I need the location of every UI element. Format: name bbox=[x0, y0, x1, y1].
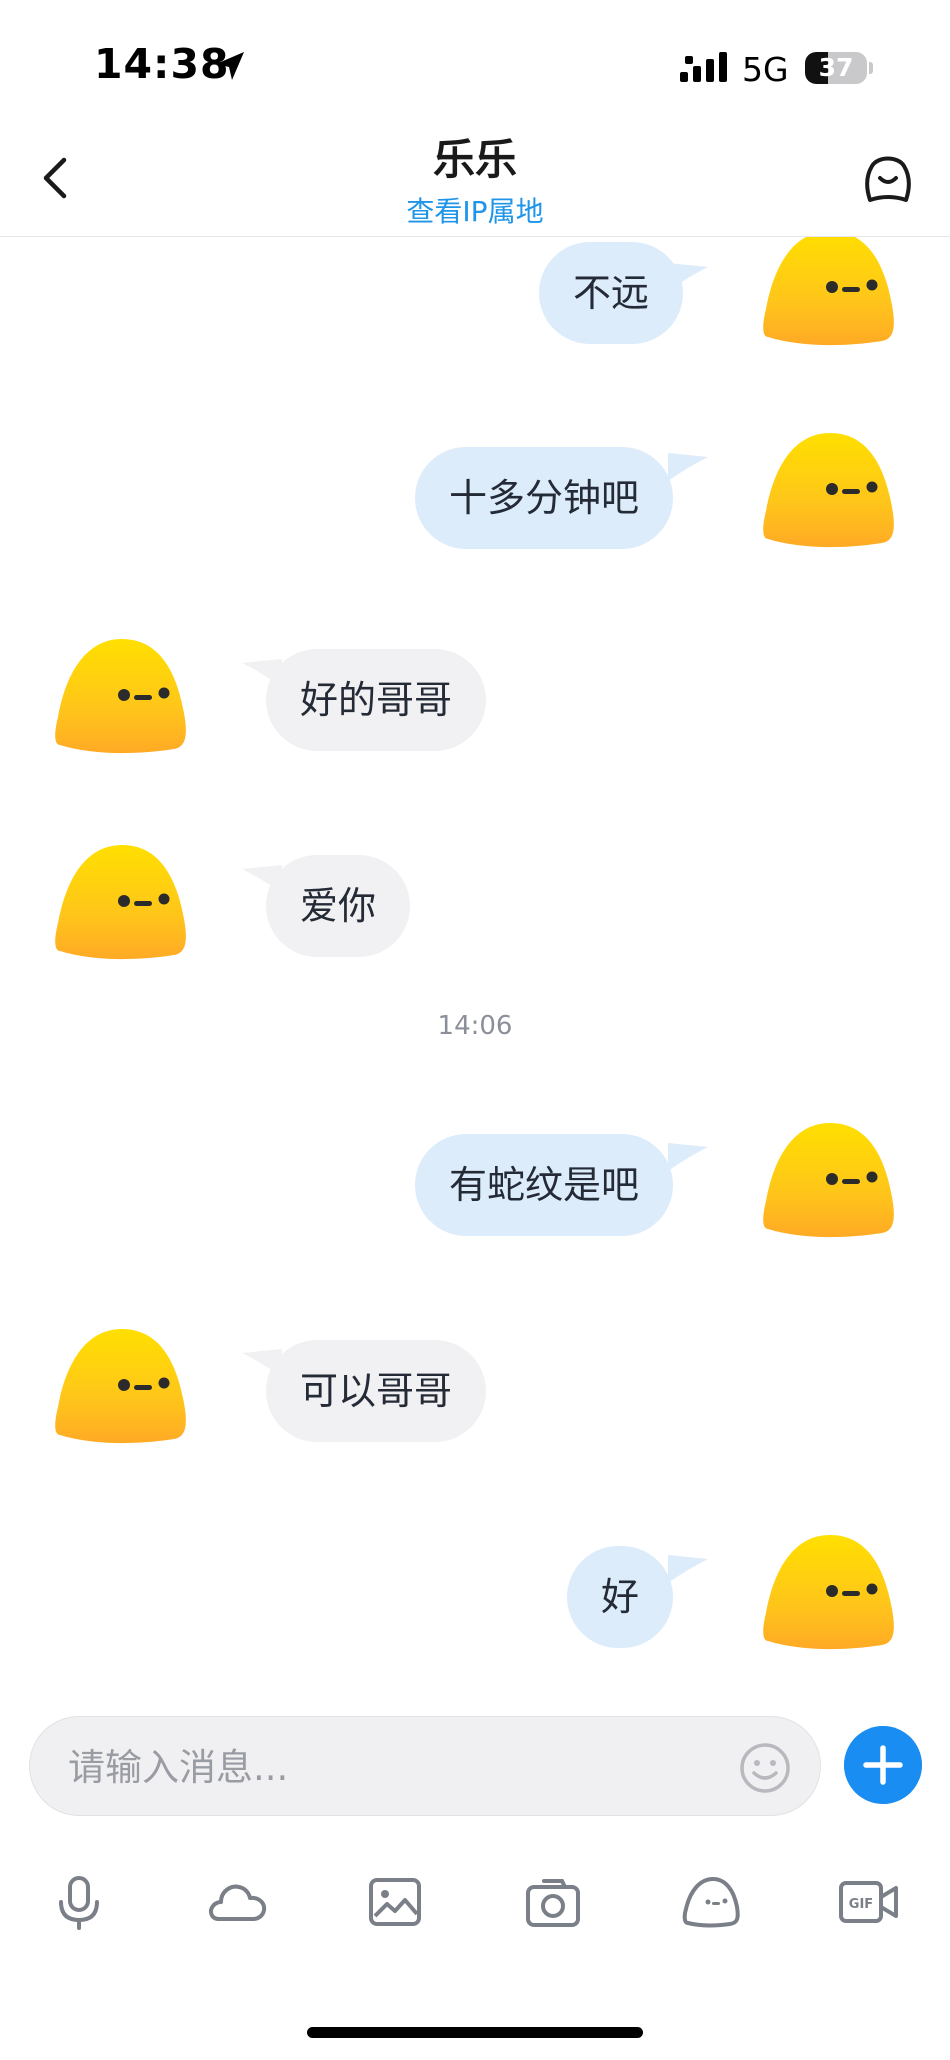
emoji-icon[interactable] bbox=[738, 1741, 792, 1795]
bubble-tail bbox=[668, 453, 708, 481]
input-toolbar: GIF bbox=[0, 1860, 950, 1944]
battery-tip bbox=[869, 62, 873, 74]
status-bar: 14:38 5G 37 bbox=[0, 0, 950, 120]
message-input-box[interactable] bbox=[29, 1716, 821, 1817]
cloud-button[interactable] bbox=[195, 1860, 279, 1944]
my-avatar[interactable] bbox=[760, 1529, 896, 1657]
sticker-icon bbox=[682, 1877, 740, 1928]
message-row: 可以哥哥 bbox=[0, 1323, 950, 1463]
status-time: 14:38 bbox=[94, 40, 230, 88]
my-avatar[interactable] bbox=[760, 427, 896, 555]
image-button[interactable] bbox=[353, 1860, 437, 1944]
signal-icon bbox=[680, 52, 727, 82]
cloud-icon bbox=[209, 1884, 267, 1921]
message-bubble[interactable]: 不远 bbox=[539, 242, 684, 344]
profile-icon[interactable] bbox=[858, 148, 918, 208]
sticker-button[interactable] bbox=[669, 1860, 753, 1944]
my-avatar[interactable] bbox=[760, 237, 896, 353]
message-row: 爱你 bbox=[0, 839, 950, 979]
message-bubble[interactable]: 有蛇纹是吧 bbox=[415, 1134, 674, 1236]
contact-name: 乐乐 bbox=[432, 135, 517, 184]
message-input[interactable] bbox=[66, 1717, 730, 1817]
add-button[interactable] bbox=[844, 1726, 922, 1804]
message-bubble[interactable]: 爱你 bbox=[266, 855, 411, 957]
bubble-tail bbox=[668, 1143, 708, 1171]
message-bubble[interactable]: 可以哥哥 bbox=[266, 1340, 487, 1442]
svg-text:GIF: GIF bbox=[849, 1897, 873, 1912]
message-bubble[interactable]: 好 bbox=[567, 1546, 674, 1648]
message-row: 好 bbox=[0, 1529, 950, 1669]
camera-icon bbox=[526, 1879, 580, 1927]
gif-video-button[interactable]: GIF bbox=[827, 1860, 911, 1944]
network-type: 5G bbox=[742, 50, 789, 89]
battery-level: 37 bbox=[818, 53, 854, 82]
message-timestamp: 14:06 bbox=[437, 1011, 513, 1041]
message-row: 好的哥哥 bbox=[0, 633, 950, 773]
battery-icon: 37 bbox=[805, 52, 867, 84]
bubble-tail bbox=[668, 1555, 708, 1583]
message-row: 十多分钟吧 bbox=[0, 427, 950, 567]
contact-avatar[interactable] bbox=[52, 1323, 188, 1451]
message-row: 不远 bbox=[0, 237, 950, 357]
microphone-icon bbox=[59, 1876, 99, 1930]
contact-avatar[interactable] bbox=[52, 633, 188, 761]
image-icon bbox=[369, 1878, 421, 1926]
location-arrow-icon bbox=[216, 52, 244, 80]
message-row: 有蛇纹是吧 bbox=[0, 1117, 950, 1257]
view-ip-location-link[interactable]: 查看IP属地 bbox=[0, 190, 950, 230]
my-avatar[interactable] bbox=[760, 1117, 896, 1245]
voice-button[interactable] bbox=[37, 1860, 121, 1944]
gif-video-icon: GIF bbox=[839, 1881, 898, 1923]
chat-header: 乐乐 查看IP属地 bbox=[0, 120, 950, 237]
message-bubble[interactable]: 十多分钟吧 bbox=[415, 447, 674, 549]
message-bubble[interactable]: 好的哥哥 bbox=[266, 649, 487, 751]
camera-button[interactable] bbox=[511, 1860, 595, 1944]
home-indicator bbox=[307, 2027, 643, 2038]
chat-area[interactable]: 不远 十多分钟吧 好的哥哥 爱你 14:06 有蛇纹是吧 可以哥哥 好 bbox=[0, 237, 950, 1707]
contact-avatar[interactable] bbox=[52, 839, 188, 967]
